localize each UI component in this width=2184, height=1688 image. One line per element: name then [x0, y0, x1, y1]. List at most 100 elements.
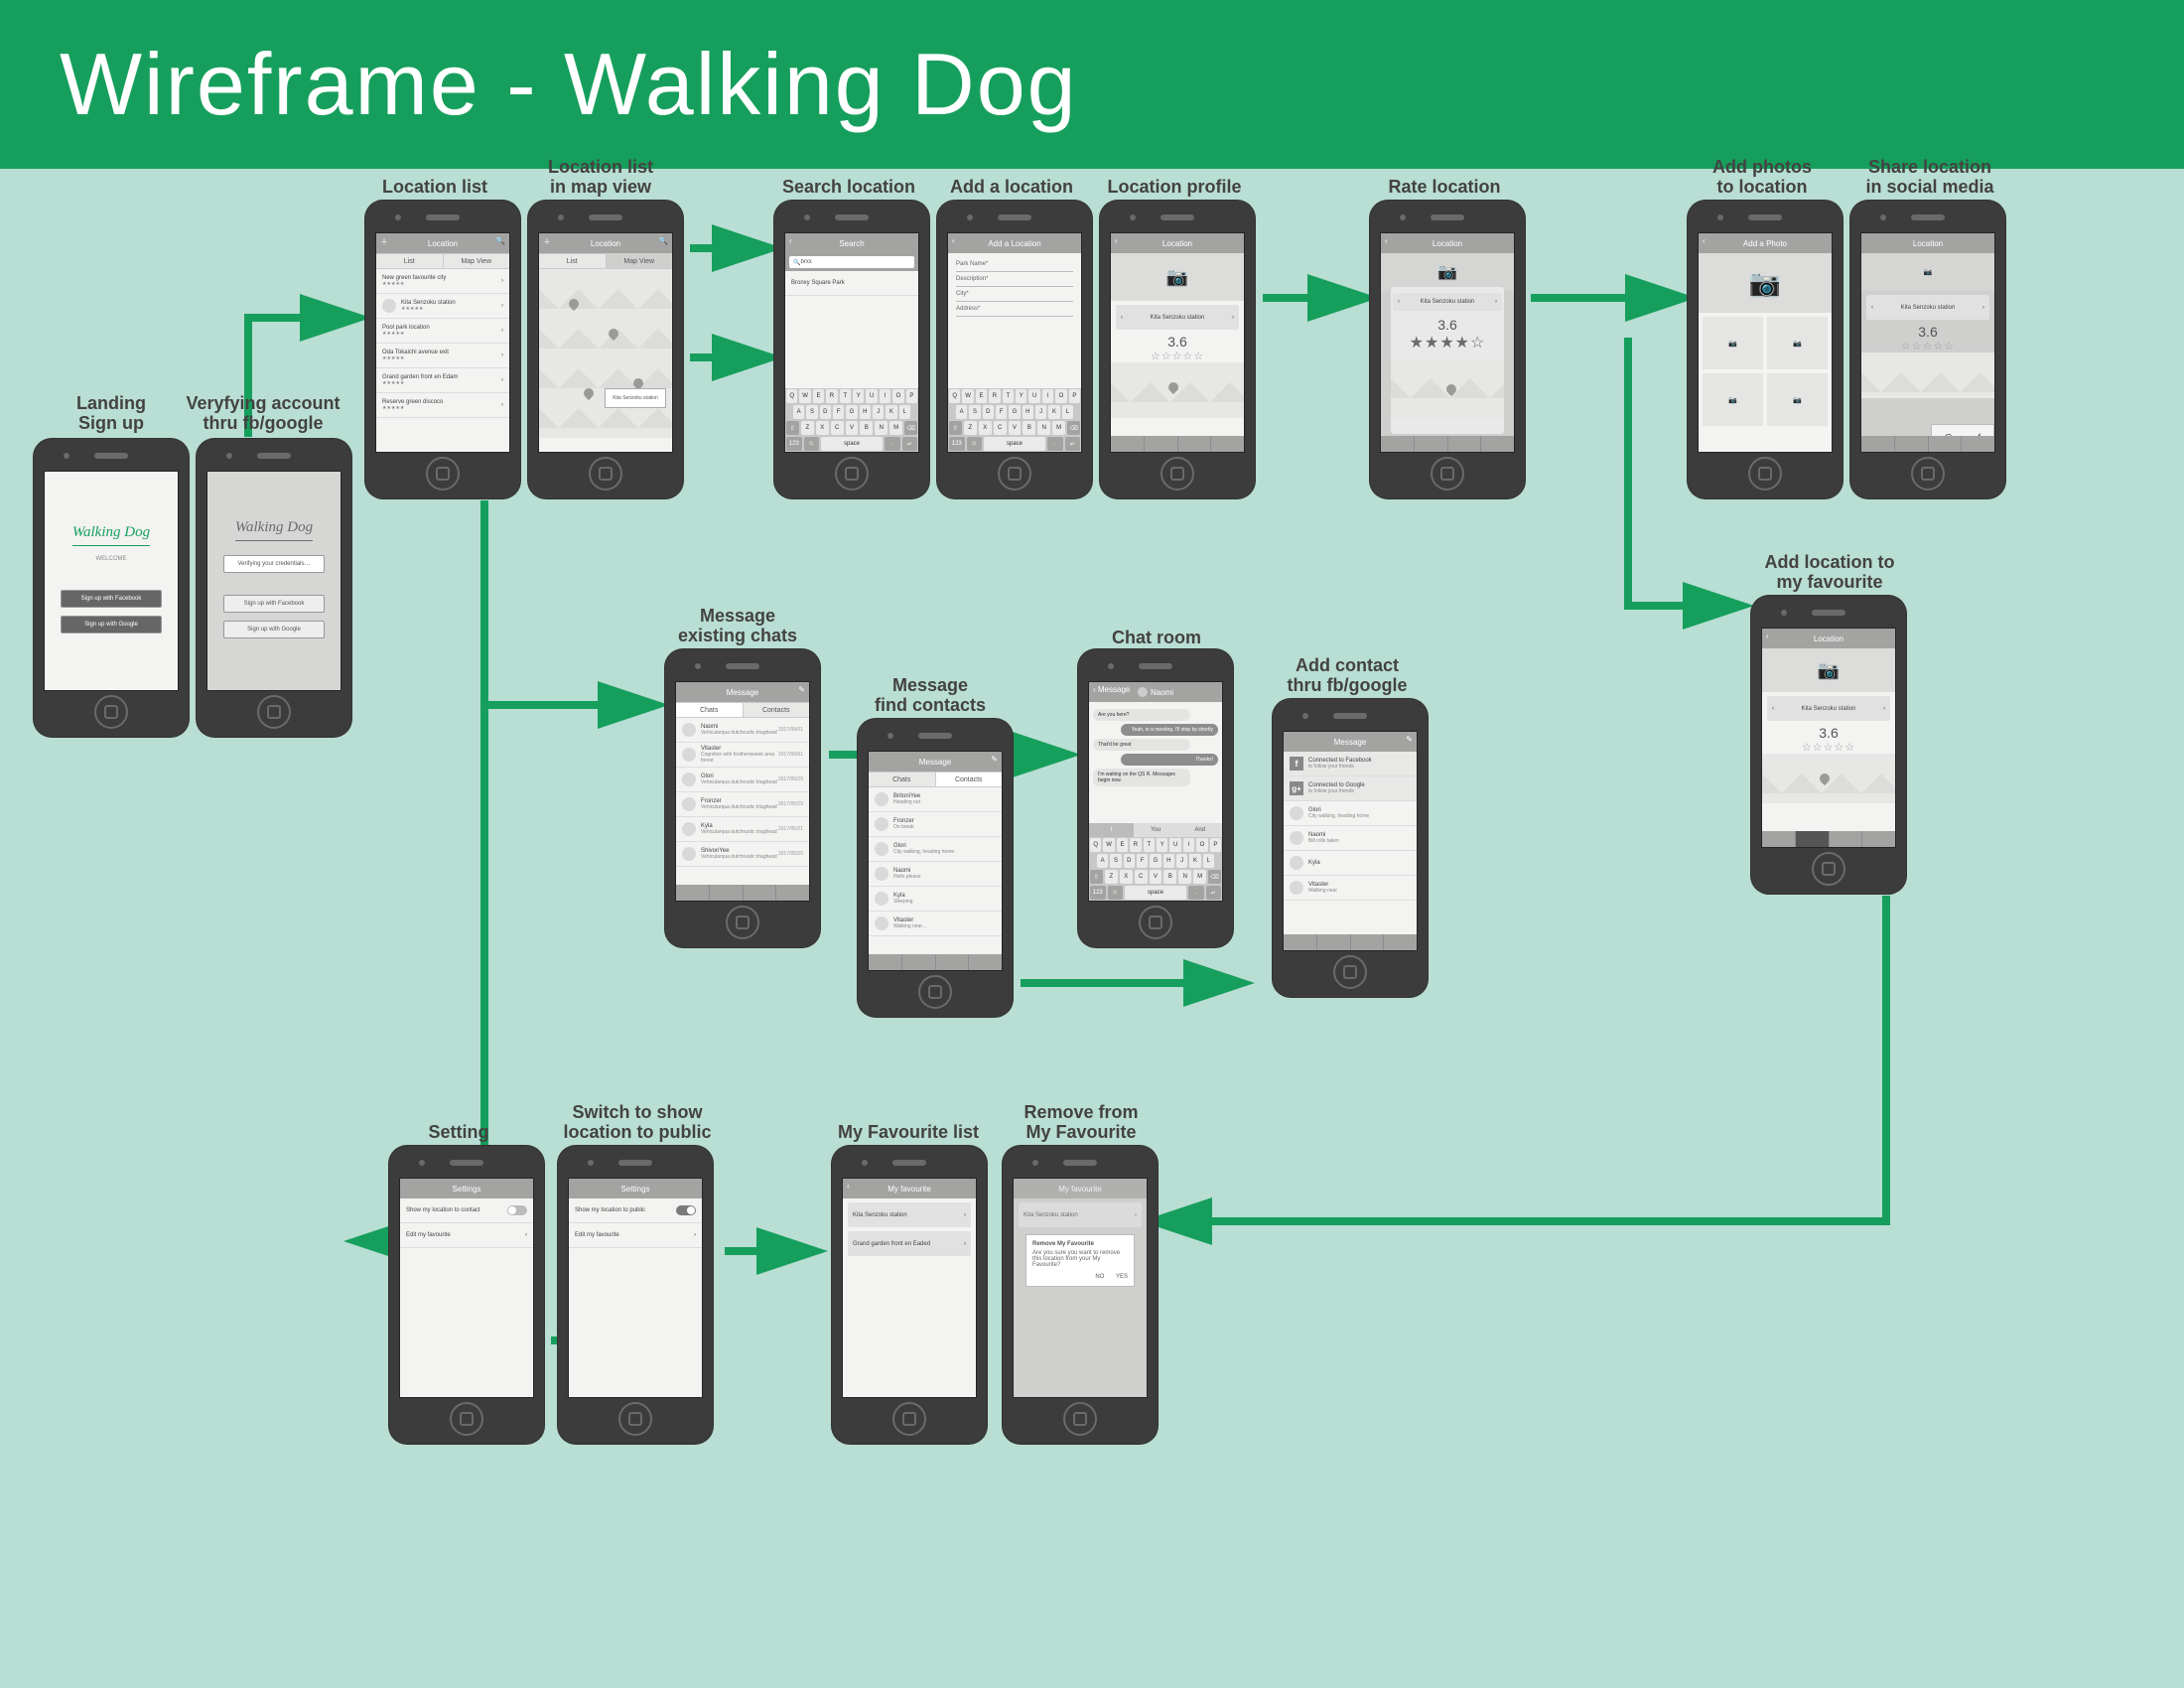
list-item[interactable]: Pool park location★★★★★› [376, 319, 509, 344]
field-parkname[interactable]: Park Name* [956, 257, 1073, 272]
label-loclist: Location list [365, 177, 504, 197]
signup-google-button[interactable]: Sign up with Google [223, 621, 325, 638]
add-icon[interactable]: ＋ [380, 236, 388, 247]
search-icon[interactable]: 🔍 [495, 236, 505, 245]
setting-edit-favourite[interactable]: Edit my favourite› [400, 1223, 533, 1248]
back-icon[interactable]: ‹ [1115, 236, 1118, 245]
chat-item[interactable]: FronzerVehicularqua dutchrustic triaghea… [676, 792, 809, 817]
back-icon[interactable]: ‹ [1703, 236, 1706, 245]
setting-show-location[interactable]: Show my location to contact [400, 1198, 533, 1223]
favourite-item[interactable]: Kita Senzoku station› [848, 1202, 971, 1227]
contact-item[interactable]: BritoniYeeHeading out [869, 787, 1002, 812]
location-card: ‹ Kita Senzoku station › [1866, 295, 1989, 320]
back-icon[interactable]: ‹ Message [1093, 685, 1130, 694]
favourite-item[interactable]: Grand garden front en Eaded› [848, 1231, 971, 1256]
tab-contacts[interactable]: Contacts [744, 703, 810, 717]
favourite-icon[interactable] [1796, 831, 1830, 847]
signup-facebook-button[interactable]: Sign up with Facebook [223, 595, 325, 613]
phone-add-location: ‹Add a Location Park Name* Description* … [937, 201, 1092, 498]
signup-google-button[interactable]: Sign up with Google [61, 616, 162, 633]
location-card: ‹ Kita Senzoku station › [1393, 293, 1502, 311]
setting-edit-favourite[interactable]: Edit my favourite› [569, 1223, 702, 1248]
contact-item[interactable]: GloriCity walking, heading home [1284, 801, 1417, 826]
list-item[interactable]: New green favourite city★★★★★› [376, 269, 509, 294]
connect-facebook[interactable]: fConnected to Facebookto follow your fri… [1284, 752, 1417, 776]
contact-item[interactable]: NaomiBill rolls taken [1284, 826, 1417, 851]
back-icon[interactable]: ‹ [1385, 236, 1388, 245]
keyboard[interactable]: QWERTYUIOPASDFGHJKL⇧ZXCVBNM⌫123☺space.↵ [1089, 837, 1222, 901]
keyboard[interactable]: QWERTYUIOPASDFGHJKL⇧ZXCVBNM⌫123☺space.↵ [785, 388, 918, 452]
header-banner: Wireframe - Walking Dog [0, 0, 2184, 169]
field-description[interactable]: Description* [956, 272, 1073, 287]
map-view[interactable] [539, 269, 672, 438]
camera-icon[interactable]: 📷 [1699, 253, 1832, 313]
photo-slot[interactable]: 📷 [1767, 317, 1828, 369]
compose-icon[interactable]: ✎ [798, 685, 805, 694]
connect-google[interactable]: g+Connected to Googleto follow your frie… [1284, 776, 1417, 801]
contact-item[interactable]: VitasterWalking near… [869, 912, 1002, 936]
star-icon[interactable]: ☆☆☆☆☆ [1111, 350, 1244, 362]
contact-item[interactable]: NaomiHello please [869, 862, 1002, 887]
back-icon[interactable]: ‹ [789, 236, 792, 245]
phone-location-list: ＋Location🔍 ListMap View New green favour… [365, 201, 520, 498]
phone-location-profile: ‹Location 📷 ‹ Kita Senzoku station › 3.6… [1100, 201, 1255, 498]
setting-show-location[interactable]: Show my location to public [569, 1198, 702, 1223]
confirm-dialog: Remove My Favourite Are you sure you wan… [1025, 1234, 1135, 1287]
tab-chats[interactable]: Chats [869, 773, 936, 786]
favourite-item: Kita Senzoku station› [1019, 1202, 1142, 1227]
field-address[interactable]: Address* [956, 302, 1073, 317]
chat-item[interactable]: VitasterCognition with footheroweek area… [676, 743, 809, 768]
compose-icon[interactable]: ✎ [1406, 735, 1413, 744]
contact-item[interactable]: KylaSleeping [869, 887, 1002, 912]
phone-settings: Settings Show my location to contact Edi… [389, 1146, 544, 1444]
back-icon[interactable]: ‹ [952, 236, 955, 245]
tab-contacts[interactable]: Contacts [936, 773, 1003, 786]
tab-list[interactable]: List [539, 254, 607, 268]
photo-slot[interactable]: 📷 [1703, 373, 1763, 426]
search-result[interactable]: Bronxy Square Park [785, 271, 918, 296]
phone-message-chats: Message✎ ChatsContacts NaomiVehicularqua… [665, 649, 820, 947]
list-item[interactable]: Oda Tokaichi avenue exit★★★★★› [376, 344, 509, 368]
chat-item[interactable]: ShivonYeeVehicularqua dutchrustic triagh… [676, 842, 809, 867]
list-item[interactable]: Kita Senzoku station★★★★★› [376, 294, 509, 319]
photo-slot[interactable]: 📷 [1767, 373, 1828, 426]
contact-item[interactable]: Kyla [1284, 851, 1417, 876]
chat-item[interactable]: NaomiVehicularqua dutchrustic triaghead2… [676, 718, 809, 743]
contact-item[interactable]: GloriCity walking, heading home [869, 837, 1002, 862]
bottom-toolbar[interactable] [1381, 436, 1514, 452]
rating-value: 3.6 [1437, 317, 1456, 333]
chat-item[interactable]: GloriVehicularqua dutchrustic triaghead2… [676, 768, 809, 792]
back-icon[interactable]: ‹ [1766, 632, 1769, 640]
list-item[interactable]: Grand garden front en Edam★★★★★› [376, 368, 509, 393]
tab-map[interactable]: Map View [444, 254, 510, 268]
compose-icon[interactable]: ✎ [991, 755, 998, 764]
phone-message-contacts: Message✎ ChatsContacts BritoniYeeHeading… [858, 719, 1013, 1017]
rate-stars[interactable]: ★★★★☆ [1410, 333, 1486, 352]
contact-item[interactable]: VitasterWalking near [1284, 876, 1417, 901]
contact-item[interactable]: FronzerOn break [869, 812, 1002, 837]
search-input[interactable]: 🔍 brxx [789, 256, 914, 268]
search-icon[interactable]: 🔍 [658, 236, 668, 245]
add-icon[interactable]: ＋ [543, 236, 551, 247]
chat-tab[interactable]: I [1089, 823, 1134, 837]
map-callout[interactable]: Kita Senzoku station [605, 388, 666, 408]
verify-status: Verifying your credentials… [223, 555, 325, 573]
keyboard[interactable]: QWERTYUIOPASDFGHJKL⇧ZXCVBNM⌫123☺space.↵ [948, 388, 1081, 452]
chat-item[interactable]: KylaVehicularqua dutchrustic triaghead20… [676, 817, 809, 842]
back-icon[interactable]: ‹ [847, 1182, 850, 1191]
tab-map[interactable]: Map View [607, 254, 673, 268]
location-card[interactable]: ‹ Kita Senzoku station › [1116, 305, 1239, 330]
rating-value: 3.6 [1111, 334, 1244, 350]
chat-tab[interactable]: And [1177, 823, 1222, 837]
bottom-toolbar[interactable] [1111, 436, 1244, 452]
photo-placeholder: 📷 [1381, 253, 1514, 291]
photo-slot[interactable]: 📷 [1703, 317, 1763, 369]
field-city[interactable]: City* [956, 287, 1073, 302]
list-item[interactable]: Reserve green discoco★★★★★› [376, 393, 509, 418]
dialog-yes-button[interactable]: YES [1116, 1274, 1128, 1280]
dialog-no-button[interactable]: NO [1095, 1274, 1104, 1280]
chat-tab[interactable]: You [1134, 823, 1178, 837]
signup-facebook-button[interactable]: Sign up with Facebook [61, 590, 162, 608]
tab-list[interactable]: List [376, 254, 444, 268]
tab-chats[interactable]: Chats [676, 703, 744, 717]
